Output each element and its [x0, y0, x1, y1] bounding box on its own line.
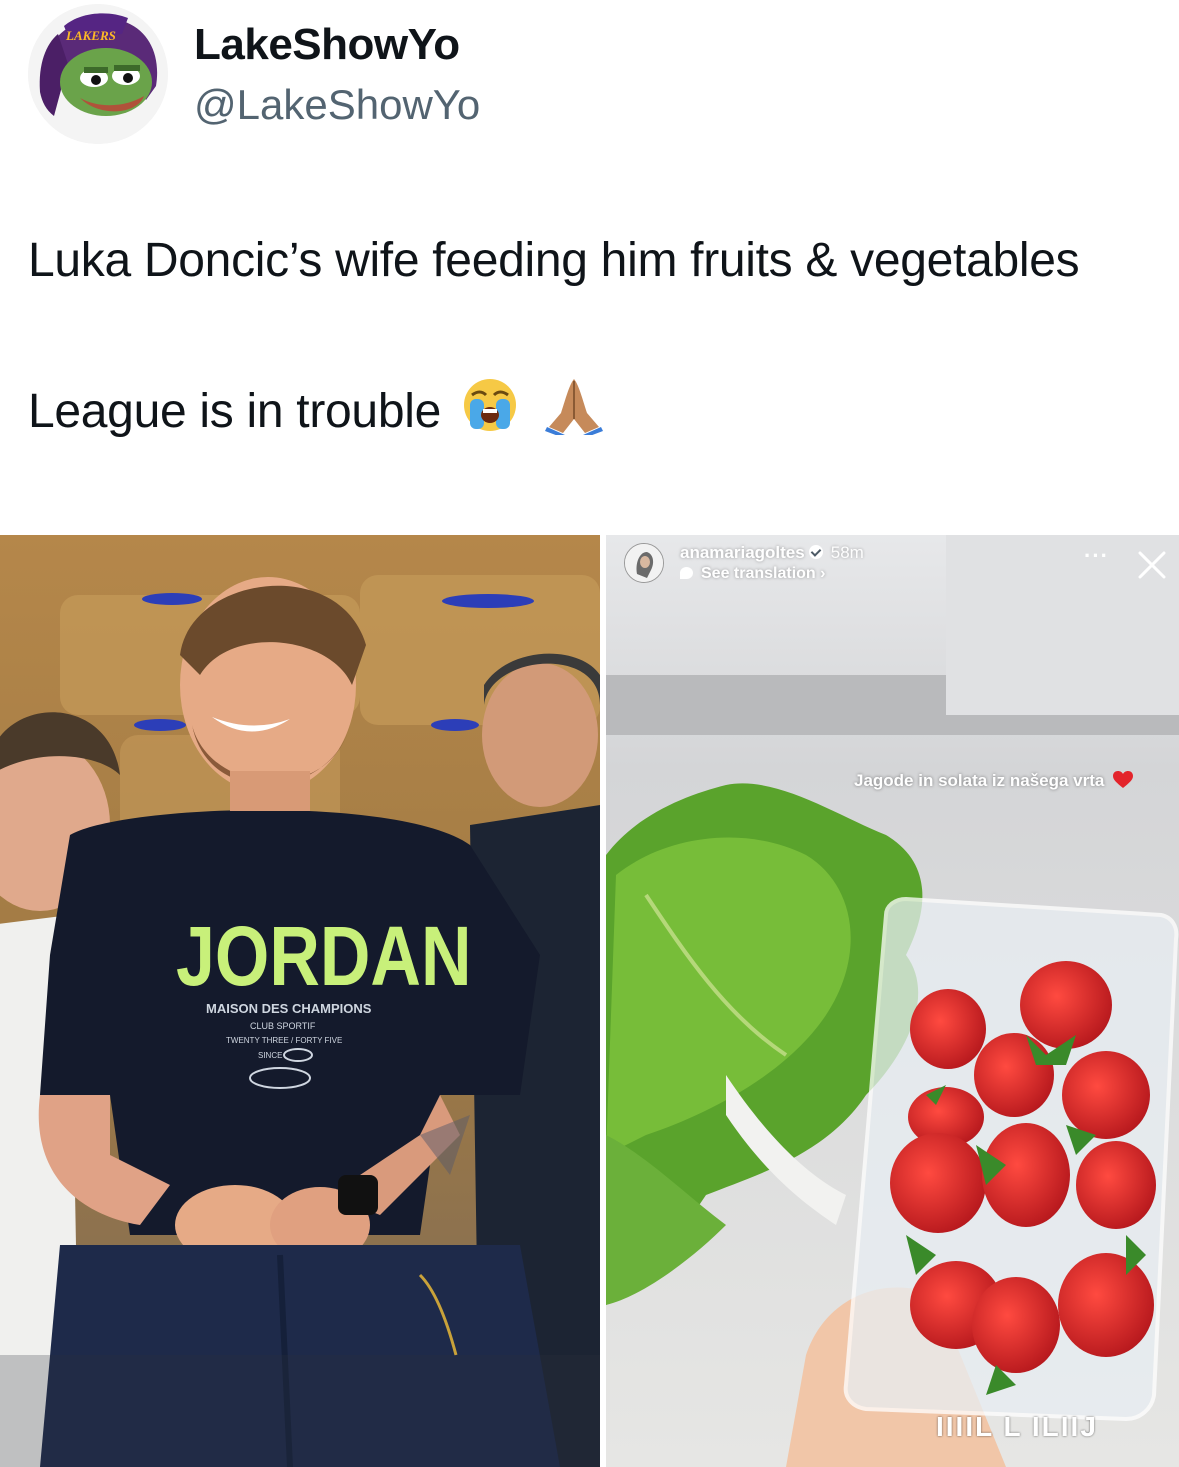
- author-handle[interactable]: @LakeShowYo: [194, 76, 480, 134]
- heart-icon: [1113, 771, 1134, 794]
- story-caption-text: Jagode in solata iz našega vrta: [854, 771, 1105, 790]
- instagram-story[interactable]: anamariagoltes 58m See translation › ··· …: [606, 535, 1179, 1467]
- tweet-body: Luka Doncic’s wife feeding him fruits & …: [28, 225, 1148, 456]
- svg-text:CLUB SPORTIF: CLUB SPORTIF: [250, 1021, 316, 1031]
- photo-luka-arena[interactable]: JORDAN MAISON DES CHAMPIONS CLUB SPORTIF…: [0, 535, 600, 1467]
- story-username-text[interactable]: anamariagoltes: [680, 543, 805, 562]
- author-names: LakeShowYo @LakeShowYo: [194, 14, 480, 134]
- author-display-name[interactable]: LakeShowYo: [194, 14, 480, 76]
- more-options-button[interactable]: ···: [1084, 543, 1109, 569]
- loudly-crying-face-icon: [460, 375, 520, 456]
- svg-text:JORDAN: JORDAN: [176, 910, 472, 1003]
- see-translation-link[interactable]: See translation ›: [680, 565, 825, 583]
- translate-bubble-icon: [680, 567, 693, 579]
- tweet-line-2: League is in trouble: [28, 375, 1148, 456]
- svg-text:SINCE: SINCE: [258, 1051, 282, 1060]
- see-translation-label[interactable]: See translation ›: [701, 565, 825, 582]
- tweet-header: LAKERS LakeShowYo @LakeShowYo: [0, 0, 1179, 160]
- story-caption: Jagode in solata iz našega vrta: [854, 771, 1134, 794]
- svg-text:LAKERS: LAKERS: [65, 28, 116, 43]
- tweet-line-1: Luka Doncic’s wife feeding him fruits & …: [28, 234, 1080, 287]
- story-header: anamariagoltes 58m See translation › ···: [606, 535, 1179, 595]
- story-user-avatar[interactable]: [624, 543, 664, 583]
- story-username[interactable]: anamariagoltes 58m: [680, 543, 864, 563]
- verified-badge-icon: [808, 545, 823, 559]
- tweet-line-2-text: League is in trouble: [28, 385, 441, 438]
- watermark-text: IIIIL L ILIIJ: [936, 1411, 1098, 1442]
- story-timestamp: 58m: [830, 543, 864, 562]
- tweet-media[interactable]: JORDAN MAISON DES CHAMPIONS CLUB SPORTIF…: [0, 535, 1179, 1467]
- svg-text:TWENTY THREE / FORTY FIVE: TWENTY THREE / FORTY FIVE: [226, 1036, 342, 1045]
- folded-hands-icon: [539, 375, 609, 456]
- close-icon[interactable]: [1136, 549, 1168, 581]
- author-avatar[interactable]: LAKERS: [28, 4, 168, 144]
- svg-text:MAISON DES CHAMPIONS: MAISON DES CHAMPIONS: [206, 1001, 372, 1016]
